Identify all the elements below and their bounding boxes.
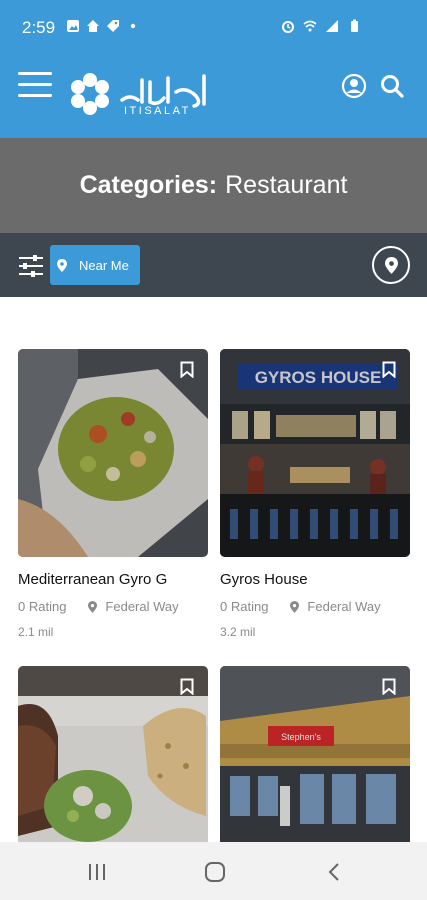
location-pin-icon xyxy=(290,600,300,613)
listing-location: Federal Way xyxy=(105,599,179,614)
listing-rating: 0 Rating xyxy=(18,599,67,614)
signal-icon xyxy=(326,20,338,32)
map-location-button[interactable] xyxy=(372,246,410,284)
listing-location: Federal Way xyxy=(307,599,381,614)
system-navigation-bar xyxy=(0,842,427,900)
logo-text: ITISALAT xyxy=(124,105,191,117)
map-pin-icon xyxy=(384,256,398,274)
listing-title[interactable]: Mediterranean Gyro G xyxy=(18,571,203,588)
status-right-icons xyxy=(281,19,361,33)
near-me-button[interactable]: Near Me xyxy=(50,245,140,285)
listing-image[interactable] xyxy=(18,349,208,557)
menu-button[interactable] xyxy=(18,72,52,98)
search-icon[interactable] xyxy=(379,73,405,99)
home-button-icon[interactable] xyxy=(203,862,227,882)
location-pin-icon xyxy=(57,258,67,272)
gallery-icon xyxy=(67,20,79,32)
listing-meta: 0 Rating Federal Way xyxy=(18,599,179,614)
logo-flower-icon xyxy=(71,73,206,115)
bookmark-icon[interactable] xyxy=(180,361,194,378)
tag-icon xyxy=(107,20,119,32)
alarm-icon xyxy=(282,21,294,33)
listing-distance: 3.2 mil xyxy=(220,625,256,639)
filter-bar: Near Me xyxy=(0,233,427,297)
near-me-label: Near Me xyxy=(79,257,129,273)
listing-title[interactable]: Gyros House xyxy=(220,571,405,588)
bookmark-icon[interactable] xyxy=(180,678,194,695)
listing-distance: 2.1 mil xyxy=(18,625,54,639)
status-time: 2:59 xyxy=(22,18,56,37)
header-icons xyxy=(341,73,405,99)
listing-image[interactable]: GYROS HOUSE xyxy=(220,349,410,557)
listing-meta: 0 Rating Federal Way xyxy=(220,599,381,614)
bookmark-icon[interactable] xyxy=(382,678,396,695)
category-name: Restaurant xyxy=(225,171,348,199)
wifi-icon xyxy=(303,20,317,32)
home-icon xyxy=(87,20,99,32)
battery-icon xyxy=(351,19,358,32)
category-prefix: Categories: xyxy=(79,171,218,199)
bookmark-icon[interactable] xyxy=(382,361,396,378)
notification-dot-icon xyxy=(130,23,136,29)
category-banner: Categories: Restaurant xyxy=(0,138,427,233)
back-icon[interactable] xyxy=(323,862,347,882)
location-pin-icon xyxy=(88,600,98,613)
status-left-icons xyxy=(66,19,140,33)
status-bar: 2:59 xyxy=(0,0,427,46)
app-header: ITISALAT xyxy=(0,46,427,138)
listing-rating: 0 Rating xyxy=(220,599,269,614)
recent-apps-icon[interactable] xyxy=(85,862,109,882)
user-profile-icon[interactable] xyxy=(341,73,367,99)
filter-sliders-icon[interactable] xyxy=(18,253,44,279)
logo xyxy=(64,66,214,126)
